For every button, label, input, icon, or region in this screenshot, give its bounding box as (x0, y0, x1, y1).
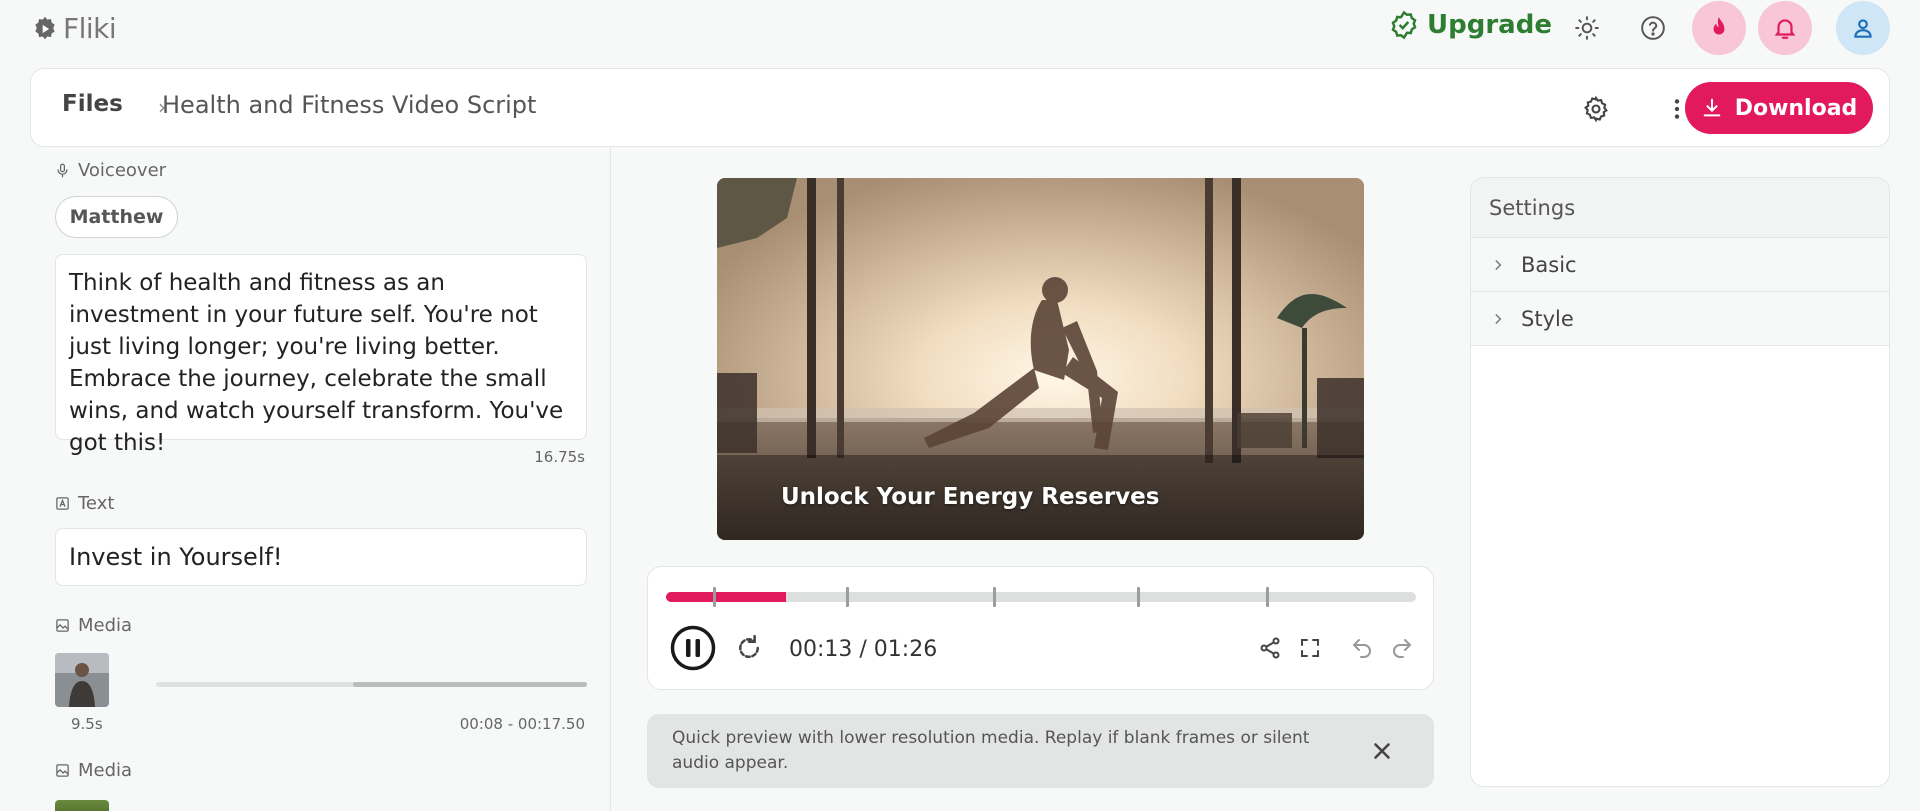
redo-button[interactable] (1388, 634, 1416, 662)
upgrade-button[interactable]: Upgrade (1389, 10, 1552, 40)
upgrade-label: Upgrade (1427, 10, 1552, 40)
app-name: Fliki (63, 12, 117, 45)
settings-section-label: Style (1521, 306, 1574, 331)
close-icon[interactable] (1369, 738, 1395, 764)
media-thumbnail-2[interactable] (55, 800, 109, 811)
share-icon (1260, 637, 1280, 659)
settings-section-label: Basic (1521, 252, 1577, 277)
download-icon (1703, 98, 1721, 117)
media-section-label-2: Media (55, 760, 132, 781)
media-time-range: 00:08 - 00:17.50 (459, 715, 585, 733)
preview-notice: Quick preview with lower resolution medi… (647, 714, 1434, 788)
media-trim-range[interactable] (353, 682, 587, 687)
theme-toggle-button[interactable] (1567, 8, 1607, 48)
sun-icon (1575, 16, 1599, 40)
undo-icon (1352, 639, 1371, 658)
streak-button[interactable] (1692, 1, 1746, 55)
voice-selector[interactable]: Matthew (55, 196, 178, 238)
file-title: Health and Fitness Video Script (162, 91, 537, 119)
media-label: Media (78, 615, 133, 636)
bell-icon (1774, 19, 1796, 39)
video-caption: Unlock Your Energy Reserves (781, 484, 1160, 510)
media-label-2: Media (78, 760, 133, 781)
notifications-button[interactable] (1758, 1, 1812, 55)
file-settings-button[interactable] (1576, 89, 1616, 129)
help-button[interactable] (1633, 8, 1673, 48)
undo-button[interactable] (1348, 634, 1376, 662)
scene-marker[interactable] (1266, 587, 1269, 607)
scene-editor-panel[interactable]: Voiceover Matthew Think of health and fi… (30, 148, 611, 811)
gear-icon (1584, 95, 1608, 123)
app-logo[interactable]: Fliki (31, 12, 117, 45)
fullscreen-button[interactable] (1296, 634, 1324, 662)
chevron-right-icon (1495, 259, 1502, 270)
settings-section-basic[interactable]: Basic (1471, 238, 1889, 292)
text-label: Text (78, 493, 115, 514)
settings-panel: Settings Basic Style (1470, 177, 1890, 787)
scene-marker[interactable] (993, 587, 996, 607)
flame-icon (1713, 17, 1725, 35)
settings-title: Settings (1471, 178, 1889, 238)
playback-time: 00:13 / 01:26 (789, 637, 938, 662)
voiceover-duration: 16.75s (534, 448, 585, 466)
download-label: Download (1734, 95, 1858, 121)
media-thumbnail-image (55, 653, 109, 707)
scene-marker[interactable] (712, 587, 716, 607)
text-box-icon (56, 497, 69, 510)
media-thumbnail[interactable] (55, 653, 109, 707)
scene-marker[interactable] (1137, 587, 1140, 607)
image-icon (56, 764, 69, 777)
progress-bar[interactable] (666, 587, 1416, 607)
media-trim-track[interactable] (156, 682, 587, 687)
account-button[interactable] (1836, 1, 1890, 55)
replay-icon[interactable] (734, 633, 764, 663)
overlay-text-input[interactable]: Invest in Yourself! (55, 528, 587, 586)
logo-gear-icon (35, 16, 55, 39)
video-preview[interactable]: Unlock Your Energy Reserves (717, 178, 1364, 540)
top-bar: Fliki Upgrade (0, 0, 1920, 56)
voiceover-script-input[interactable]: Think of health and fitness as an invest… (55, 254, 587, 456)
chevron-right-icon (1495, 313, 1502, 324)
fullscreen-icon (1301, 639, 1319, 657)
pause-button[interactable] (670, 625, 716, 671)
media-duration: 9.5s (71, 715, 103, 733)
user-icon (1854, 19, 1872, 38)
voiceover-label: Voiceover (78, 160, 167, 181)
player-controls: 00:13 / 01:26 (647, 566, 1434, 690)
badge-check-icon (1391, 10, 1417, 40)
image-icon (56, 619, 69, 632)
voiceover-section-label: Voiceover (55, 160, 166, 181)
redo-icon (1393, 639, 1412, 658)
download-button[interactable]: Download (1685, 82, 1873, 134)
share-button[interactable] (1256, 634, 1284, 662)
text-section-label: Text (55, 493, 114, 514)
media-section-label: Media (55, 615, 132, 636)
file-header: Files › Health and Fitness Video Script … (30, 68, 1890, 147)
progress-fill (666, 592, 786, 602)
microphone-icon (57, 163, 68, 178)
preview-notice-text: Quick preview with lower resolution medi… (672, 728, 1310, 773)
help-icon (1641, 16, 1665, 40)
scene-marker[interactable] (846, 587, 849, 607)
breadcrumb-files-link[interactable]: Files (62, 91, 123, 117)
settings-section-style[interactable]: Style (1471, 292, 1889, 346)
